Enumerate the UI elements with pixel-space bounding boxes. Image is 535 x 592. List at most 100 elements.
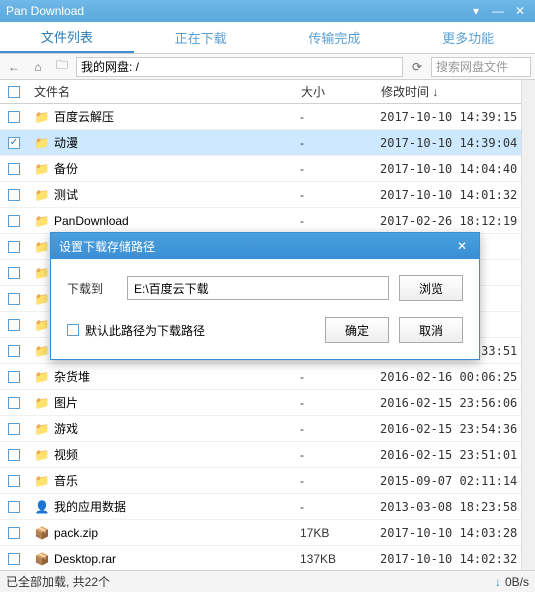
row-checkbox[interactable] xyxy=(8,371,20,383)
row-checkbox[interactable] xyxy=(8,215,20,227)
ok-button[interactable]: 确定 xyxy=(325,317,389,343)
minimize-icon[interactable]: — xyxy=(489,4,507,18)
tab-0[interactable]: 文件列表 xyxy=(0,22,134,53)
back-icon[interactable]: ← xyxy=(4,57,24,77)
window-title: Pan Download xyxy=(6,4,463,18)
file-time: 2017-10-10 14:03:28 xyxy=(374,526,534,540)
table-row[interactable]: 📁测试-2017-10-10 14:01:32 xyxy=(0,182,534,208)
column-time[interactable]: 修改时间 ↓ xyxy=(375,83,535,100)
status-text: 已全部加载, 共22个 xyxy=(6,573,110,590)
zip-icon: 📦 xyxy=(34,551,50,567)
dropdown-icon[interactable]: ▾ xyxy=(467,4,485,18)
table-row[interactable]: 📁PanDownload-2017-02-26 18:12:19 xyxy=(0,208,534,234)
folder-icon[interactable]: 🗀 xyxy=(52,57,72,77)
tab-1[interactable]: 正在下载 xyxy=(134,22,268,53)
file-name: 备份 xyxy=(54,160,78,177)
folder-icon: 📁 xyxy=(34,213,50,229)
row-checkbox[interactable] xyxy=(8,397,20,409)
file-name: 视频 xyxy=(54,446,78,463)
file-name: 音乐 xyxy=(54,472,78,489)
tab-3[interactable]: 更多功能 xyxy=(401,22,535,53)
table-row[interactable]: ✓📁动漫-2017-10-10 14:39:04 xyxy=(0,130,534,156)
row-checkbox[interactable] xyxy=(8,163,20,175)
main-tabs: 文件列表正在下载传输完成更多功能 xyxy=(0,22,535,54)
file-size: - xyxy=(294,500,374,514)
column-name[interactable]: 文件名 xyxy=(28,83,295,100)
folder-icon: 📁 xyxy=(34,317,50,333)
table-row[interactable]: 📁百度云解压-2017-10-10 14:39:15 xyxy=(0,104,534,130)
dialog-title: 设置下载存储路径 xyxy=(59,238,453,255)
path-input[interactable]: 我的网盘: / xyxy=(76,57,403,77)
file-time: 2016-02-15 23:54:36 xyxy=(374,422,534,436)
file-time: 2017-10-10 14:02:32 xyxy=(374,552,534,566)
file-time: 2017-10-10 14:39:04 xyxy=(374,136,534,150)
folder-icon: 📁 xyxy=(34,161,50,177)
table-row[interactable]: 📁音乐-2015-09-07 02:11:14 xyxy=(0,468,534,494)
default-path-label: 默认此路径为下载路径 xyxy=(85,322,205,339)
search-input[interactable]: 搜索网盘文件 xyxy=(431,57,531,77)
file-name: pack.zip xyxy=(54,526,98,540)
download-path-input[interactable] xyxy=(127,276,389,300)
file-time: 2016-02-16 00:06:25 xyxy=(374,370,534,384)
file-size: - xyxy=(294,422,374,436)
default-path-checkbox[interactable]: 默认此路径为下载路径 xyxy=(67,322,205,339)
row-checkbox[interactable] xyxy=(8,267,20,279)
file-size: 17KB xyxy=(294,526,374,540)
row-checkbox[interactable] xyxy=(8,111,20,123)
row-checkbox[interactable] xyxy=(8,527,20,539)
speed-text: 0B/s xyxy=(505,575,529,589)
file-size: - xyxy=(294,370,374,384)
file-time: 2013-03-08 18:23:58 xyxy=(374,500,534,514)
table-row[interactable]: 👤我的应用数据-2013-03-08 18:23:58 xyxy=(0,494,534,520)
row-checkbox[interactable] xyxy=(8,293,20,305)
folder-icon: 📁 xyxy=(34,369,50,385)
table-row[interactable]: 📦pack.zip17KB2017-10-10 14:03:28 xyxy=(0,520,534,546)
status-bar: 已全部加载, 共22个 ↓ 0B/s xyxy=(0,570,535,592)
download-to-label: 下载到 xyxy=(67,280,117,297)
dialog-close-icon[interactable]: ✕ xyxy=(453,237,471,255)
file-name: 我的应用数据 xyxy=(54,498,126,515)
folder-icon: 📁 xyxy=(34,109,50,125)
table-row[interactable]: 📁视频-2016-02-15 23:51:01 xyxy=(0,442,534,468)
row-checkbox[interactable] xyxy=(8,553,20,565)
file-time: 2017-10-10 14:39:15 xyxy=(374,110,534,124)
row-checkbox[interactable] xyxy=(8,345,20,357)
tab-2[interactable]: 传输完成 xyxy=(268,22,402,53)
folder-icon: 📁 xyxy=(34,395,50,411)
download-path-dialog: 设置下载存储路径 ✕ 下载到 浏览 默认此路径为下载路径 确定 取消 xyxy=(50,232,480,360)
folder-icon: 📁 xyxy=(34,187,50,203)
table-row[interactable]: 📁杂货堆 -2016-02-16 00:06:25 xyxy=(0,364,534,390)
file-name: 动漫 xyxy=(54,134,78,151)
dialog-titlebar: 设置下载存储路径 ✕ xyxy=(51,233,479,259)
folder-icon: 📁 xyxy=(34,239,50,255)
file-size: - xyxy=(294,110,374,124)
row-checkbox[interactable] xyxy=(8,241,20,253)
folder-icon: 📁 xyxy=(34,343,50,359)
select-all-checkbox[interactable] xyxy=(8,86,20,98)
toolbar: ← ⌂ 🗀 我的网盘: / ⟳ 搜索网盘文件 xyxy=(0,54,535,80)
table-row[interactable]: 📦Desktop.rar137KB2017-10-10 14:02:32 xyxy=(0,546,534,566)
window-titlebar: Pan Download ▾ — ✕ xyxy=(0,0,535,22)
close-icon[interactable]: ✕ xyxy=(511,4,529,18)
row-checkbox[interactable]: ✓ xyxy=(8,137,20,149)
row-checkbox[interactable] xyxy=(8,423,20,435)
folder-icon: 📁 xyxy=(34,265,50,281)
column-size[interactable]: 大小 xyxy=(295,83,375,100)
row-checkbox[interactable] xyxy=(8,475,20,487)
row-checkbox[interactable] xyxy=(8,319,20,331)
file-name: 游戏 xyxy=(54,420,78,437)
row-checkbox[interactable] xyxy=(8,501,20,513)
browse-button[interactable]: 浏览 xyxy=(399,275,463,301)
cancel-button[interactable]: 取消 xyxy=(399,317,463,343)
row-checkbox[interactable] xyxy=(8,449,20,461)
file-name: 杂货堆 xyxy=(54,368,90,385)
row-checkbox[interactable] xyxy=(8,189,20,201)
scrollbar[interactable] xyxy=(521,80,535,570)
table-row[interactable]: 📁备份-2017-10-10 14:04:40 xyxy=(0,156,534,182)
table-row[interactable]: 📁图片-2016-02-15 23:56:06 xyxy=(0,390,534,416)
home-icon[interactable]: ⌂ xyxy=(28,57,48,77)
table-row[interactable]: 📁游戏-2016-02-15 23:54:36 xyxy=(0,416,534,442)
refresh-icon[interactable]: ⟳ xyxy=(407,57,427,77)
file-size: - xyxy=(294,162,374,176)
file-time: 2016-02-15 23:51:01 xyxy=(374,448,534,462)
